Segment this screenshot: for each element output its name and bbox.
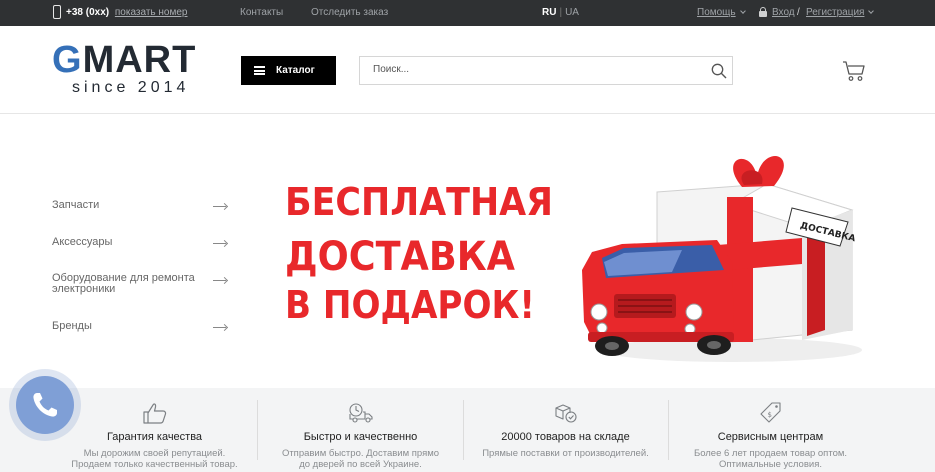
help-menu[interactable]: Помощь (697, 7, 746, 18)
lang-ru[interactable]: RU (542, 7, 556, 18)
feature-title: Гарантия качества (106, 431, 203, 443)
phone-number-text: +38 (0xx) (66, 7, 110, 18)
feature-quality: Гарантия качества Мы дорожим своей репут… (52, 388, 257, 472)
banner-line-1: БЕСПЛАТНАЯ (285, 180, 553, 224)
banner-headline: БЕСПЛАТНАЯ ДОСТАВКА В ПОДАРОК! (284, 179, 554, 328)
phone-number: +38 (0xx) показать номер (66, 7, 187, 18)
sidebar-item-label: Запчасти (52, 199, 100, 211)
feature-stock: 20000 товаров на складе Прямые поставки … (463, 388, 668, 472)
banner-line-3: В ПОДАРОК! (285, 283, 535, 327)
contacts-link[interactable]: Контакты (240, 7, 283, 18)
sidebar-item-brands[interactable]: Бренды (52, 320, 226, 332)
login-link[interactable]: Вход (772, 7, 795, 18)
auth-separator: / (797, 7, 800, 18)
thumbs-up-icon (142, 403, 166, 424)
phone-handset-icon (33, 393, 57, 417)
help-label: Помощь (697, 7, 736, 18)
feature-title: Быстро и качественно (303, 431, 418, 443)
mobile-phone-icon (53, 5, 61, 19)
site-header: GMART since 2014 Каталог (0, 26, 935, 114)
feature-title: Сервисным центрам (717, 431, 824, 443)
track-order-link[interactable]: Отследить заказ (311, 7, 388, 18)
search-bar (359, 56, 733, 85)
arrow-right-icon (213, 278, 227, 284)
search-icon[interactable] (711, 63, 727, 79)
arrow-right-icon (213, 241, 227, 247)
sidebar-item-label: Бренды (52, 320, 92, 332)
feature-description: Более 6 лет продаем товар оптом. Оптималь… (693, 448, 848, 470)
tag-icon: $ (759, 402, 781, 423)
feature-description: Мы дорожим своей репутацией. Продаем толь… (71, 448, 238, 470)
search-input[interactable] (373, 64, 693, 75)
shopping-cart-icon[interactable] (842, 60, 866, 82)
gmart-logo[interactable]: GMART since 2014 (52, 39, 217, 102)
feature-description: Прямые поставки от производителей. (482, 448, 649, 459)
feature-service-centers: $ Сервисным центрам Более 6 лет продаем … (668, 388, 873, 472)
register-menu[interactable]: Регистрация (806, 7, 875, 18)
feature-fast-delivery: Быстро и качественно Отправим быстро. До… (258, 388, 463, 472)
features-strip: Гарантия качества Мы дорожим своей репут… (0, 388, 935, 472)
logo-wordmark: GMART (52, 39, 197, 81)
callback-button[interactable] (16, 376, 74, 434)
arrow-right-icon (213, 325, 227, 331)
boxes-icon (554, 404, 577, 423)
banner-line-2: ДОСТАВКА (285, 234, 515, 280)
lang-separator: | (559, 7, 563, 18)
top-bar: +38 (0xx) показать номер Контакты Отслед… (0, 0, 935, 26)
lang-ua[interactable]: UA (565, 7, 579, 18)
chevron-down-icon (868, 8, 875, 14)
register-label: Регистрация (806, 7, 865, 18)
sidebar-item-label: Аксессуары (52, 236, 113, 248)
chevron-down-icon (739, 8, 746, 14)
lock-icon (759, 7, 767, 18)
hamburger-menu-icon (254, 66, 265, 75)
callback-widget[interactable] (9, 369, 81, 441)
show-number-link[interactable]: показать номер (115, 7, 188, 18)
language-switcher: RU | UA (542, 7, 579, 18)
logo-tagline: since 2014 (72, 79, 190, 96)
feature-title: 20000 товаров на складе (501, 431, 630, 443)
sidebar-item-parts[interactable]: Запчасти (52, 199, 226, 211)
feature-description: Отправим быстро. Доставим прямо до дверей… (281, 448, 440, 470)
free-delivery-banner[interactable]: БЕСПЛАТНАЯ ДОСТАВКА В ПОДАРОК! ДОСТАВКА (262, 152, 875, 370)
arrow-right-icon (213, 204, 227, 210)
catalog-button[interactable]: Каталог (241, 56, 336, 85)
sidebar-item-label: Оборудование для ремонта электроники (52, 272, 195, 295)
sidebar-item-accessories[interactable]: Аксессуары (52, 236, 226, 248)
catalog-label: Каталог (276, 65, 315, 76)
delivery-truck-icon (348, 403, 373, 423)
svg-text:$: $ (767, 411, 771, 419)
sidebar-item-repair-equipment[interactable]: Оборудование для ремонта электроники (52, 272, 226, 295)
